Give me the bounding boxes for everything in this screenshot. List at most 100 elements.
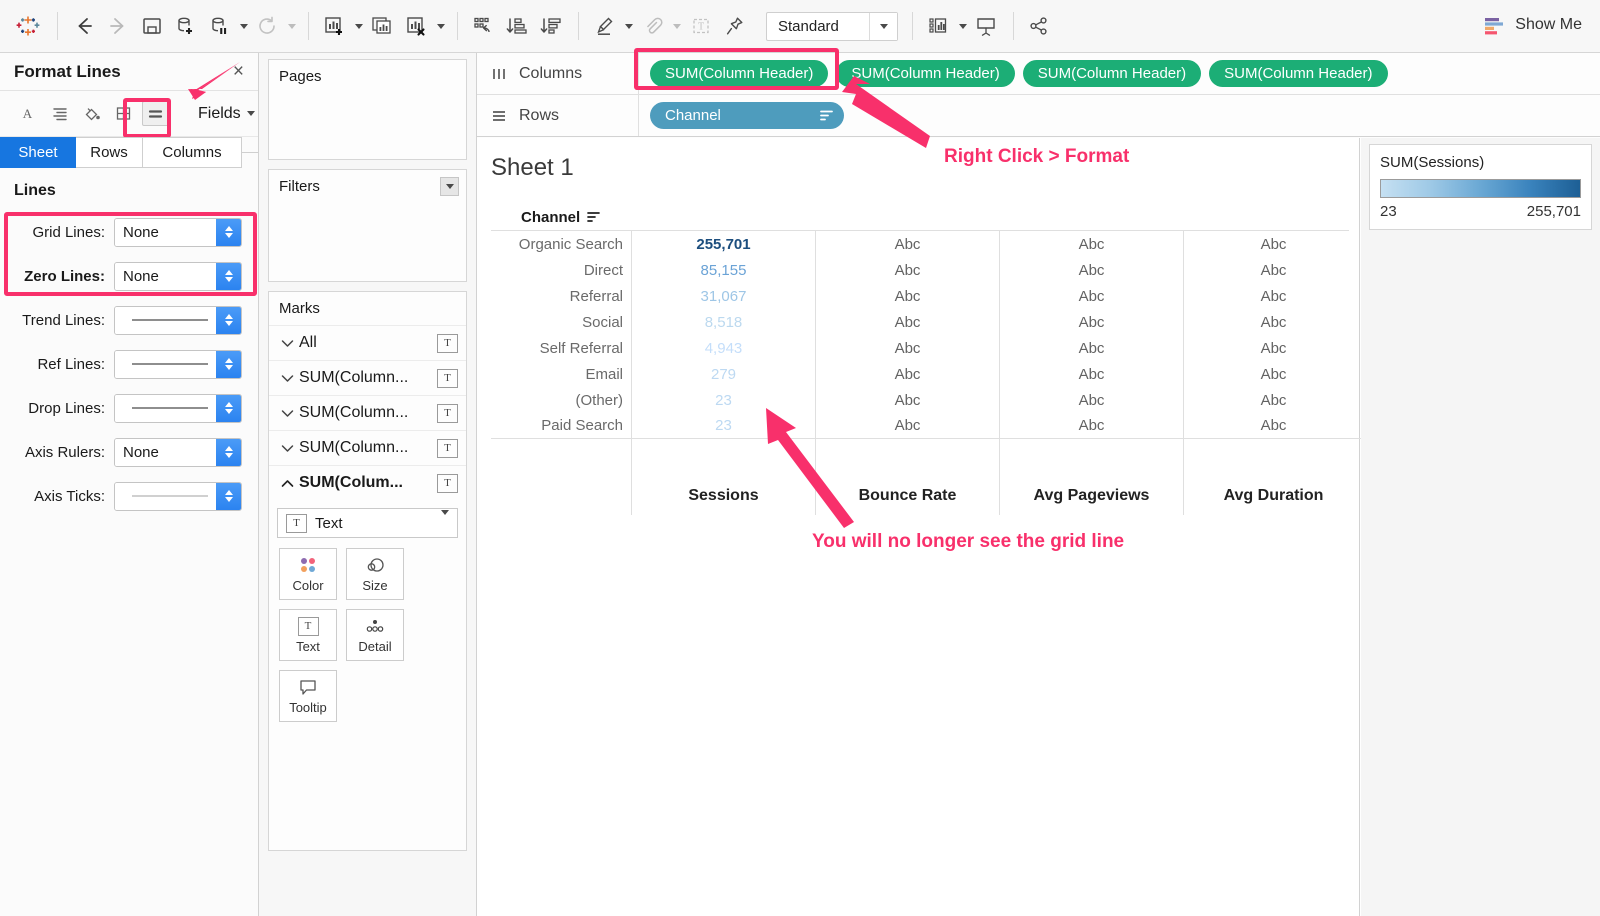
marks-row-sum-4[interactable]: SUM(Colum... T: [269, 465, 466, 500]
chevron-up-icon[interactable]: [277, 479, 297, 488]
trend-lines-stepper[interactable]: [216, 307, 241, 334]
cell-bounce-rate[interactable]: Abc: [815, 387, 999, 413]
share-button[interactable]: [1023, 9, 1057, 43]
cell-avg-pageviews[interactable]: Abc: [999, 413, 1183, 439]
tableau-logo[interactable]: [8, 13, 48, 39]
cell-bounce-rate[interactable]: Abc: [815, 283, 999, 309]
column-header-sessions[interactable]: Sessions: [631, 439, 815, 515]
cell-bounce-rate[interactable]: Abc: [815, 335, 999, 361]
clear-sheet-button[interactable]: [400, 9, 434, 43]
axis-rulers-stepper[interactable]: [216, 439, 241, 466]
cell-bounce-rate[interactable]: Abc: [815, 309, 999, 335]
cell-sessions[interactable]: 255,701: [631, 231, 815, 257]
cell-sessions[interactable]: 31,067: [631, 283, 815, 309]
refresh-button[interactable]: [251, 9, 285, 43]
close-icon[interactable]: ×: [229, 61, 248, 83]
show-hide-cards-button[interactable]: [922, 9, 956, 43]
show-me-button[interactable]: Show Me: [1482, 14, 1582, 36]
column-header-avg-duration[interactable]: Avg Duration: [1183, 439, 1363, 515]
cell-avg-duration[interactable]: Abc: [1183, 283, 1363, 309]
cell-avg-duration[interactable]: Abc: [1183, 309, 1363, 335]
cell-sessions[interactable]: 23: [631, 387, 815, 413]
text-shelf-button[interactable]: T Text: [279, 609, 337, 661]
columns-pill-1[interactable]: SUM(Column Header): [650, 60, 828, 87]
filters-drop-zone[interactable]: [269, 203, 466, 281]
column-header-avg-pageviews[interactable]: Avg Pageviews: [999, 439, 1183, 515]
alignment-format-icon[interactable]: [46, 101, 73, 126]
tab-rows[interactable]: Rows: [76, 137, 143, 168]
zero-lines-stepper[interactable]: [216, 263, 241, 290]
ref-lines-stepper[interactable]: [216, 351, 241, 378]
row-dimension-header[interactable]: Channel: [491, 204, 1349, 230]
back-button[interactable]: [67, 9, 101, 43]
drop-lines-stepper[interactable]: [216, 395, 241, 422]
cell-avg-pageviews[interactable]: Abc: [999, 335, 1183, 361]
mark-type-select[interactable]: T Text: [277, 508, 458, 538]
presentation-mode-button[interactable]: [970, 9, 1004, 43]
sort-descending-button[interactable]: [535, 9, 569, 43]
grid-lines-control[interactable]: None: [114, 218, 242, 247]
ref-lines-control[interactable]: [114, 350, 242, 379]
drop-lines-control[interactable]: [114, 394, 242, 423]
fields-dropdown[interactable]: Fields: [198, 105, 255, 123]
detail-shelf-button[interactable]: Detail: [346, 609, 404, 661]
cell-sessions[interactable]: 8,518: [631, 309, 815, 335]
cell-avg-duration[interactable]: Abc: [1183, 231, 1363, 257]
cell-avg-duration[interactable]: Abc: [1183, 361, 1363, 387]
cell-avg-duration[interactable]: Abc: [1183, 257, 1363, 283]
lines-format-icon[interactable]: [142, 101, 169, 126]
axis-ticks-stepper[interactable]: [216, 483, 241, 510]
rows-drop-zone[interactable]: Channel: [639, 102, 1600, 129]
chevron-down-icon[interactable]: [277, 444, 297, 453]
cell-avg-pageviews[interactable]: Abc: [999, 231, 1183, 257]
show-hide-cards-dropdown[interactable]: [956, 11, 970, 41]
fit-select-caret[interactable]: [869, 13, 897, 40]
paperclip-dropdown[interactable]: [670, 11, 684, 41]
marks-row-sum-2[interactable]: SUM(Column... T: [269, 395, 466, 430]
tab-sheet[interactable]: Sheet: [0, 137, 76, 168]
duplicate-sheet-button[interactable]: [366, 9, 400, 43]
tooltip-shelf-button[interactable]: Tooltip: [279, 670, 337, 722]
pages-drop-zone[interactable]: [269, 93, 466, 159]
pause-updates-button[interactable]: [203, 9, 237, 43]
textbox-button[interactable]: T: [684, 9, 718, 43]
axis-rulers-control[interactable]: None: [114, 438, 242, 467]
columns-pill-4[interactable]: SUM(Column Header): [1209, 60, 1387, 87]
columns-drop-zone[interactable]: SUM(Column Header) SUM(Column Header) SU…: [639, 60, 1600, 87]
grid-lines-stepper[interactable]: [216, 219, 241, 246]
shading-format-icon[interactable]: [78, 101, 105, 126]
pin-button[interactable]: [718, 9, 752, 43]
pause-updates-dropdown[interactable]: [237, 11, 251, 41]
new-worksheet-dropdown[interactable]: [352, 11, 366, 41]
save-button[interactable]: [135, 9, 169, 43]
cell-avg-pageviews[interactable]: Abc: [999, 361, 1183, 387]
color-shelf-button[interactable]: Color: [279, 548, 337, 600]
cell-avg-pageviews[interactable]: Abc: [999, 257, 1183, 283]
cell-sessions[interactable]: 279: [631, 361, 815, 387]
clear-sheet-dropdown[interactable]: [434, 11, 448, 41]
legend-color-ramp[interactable]: [1380, 179, 1581, 198]
columns-pill-2[interactable]: SUM(Column Header): [836, 60, 1014, 87]
highlight-dropdown[interactable]: [622, 11, 636, 41]
new-data-source-button[interactable]: [169, 9, 203, 43]
axis-ticks-control[interactable]: [114, 482, 242, 511]
cell-avg-duration[interactable]: Abc: [1183, 335, 1363, 361]
tab-columns[interactable]: Columns: [143, 137, 242, 168]
cell-avg-duration[interactable]: Abc: [1183, 387, 1363, 413]
cell-avg-pageviews[interactable]: Abc: [999, 283, 1183, 309]
marks-row-sum-3[interactable]: SUM(Column... T: [269, 430, 466, 465]
paperclip-button[interactable]: [636, 9, 670, 43]
cell-bounce-rate[interactable]: Abc: [815, 361, 999, 387]
chevron-down-icon[interactable]: [277, 374, 297, 383]
borders-format-icon[interactable]: [110, 101, 137, 126]
cell-sessions[interactable]: 85,155: [631, 257, 815, 283]
cell-avg-pageviews[interactable]: Abc: [999, 309, 1183, 335]
cell-avg-duration[interactable]: Abc: [1183, 413, 1363, 439]
trend-lines-control[interactable]: [114, 306, 242, 335]
highlight-button[interactable]: [588, 9, 622, 43]
mark-type-caret[interactable]: [441, 515, 449, 532]
chevron-down-icon[interactable]: [277, 409, 297, 418]
sort-ascending-button[interactable]: [501, 9, 535, 43]
filters-menu-icon[interactable]: [440, 177, 459, 196]
fit-select[interactable]: Standard: [766, 12, 898, 41]
